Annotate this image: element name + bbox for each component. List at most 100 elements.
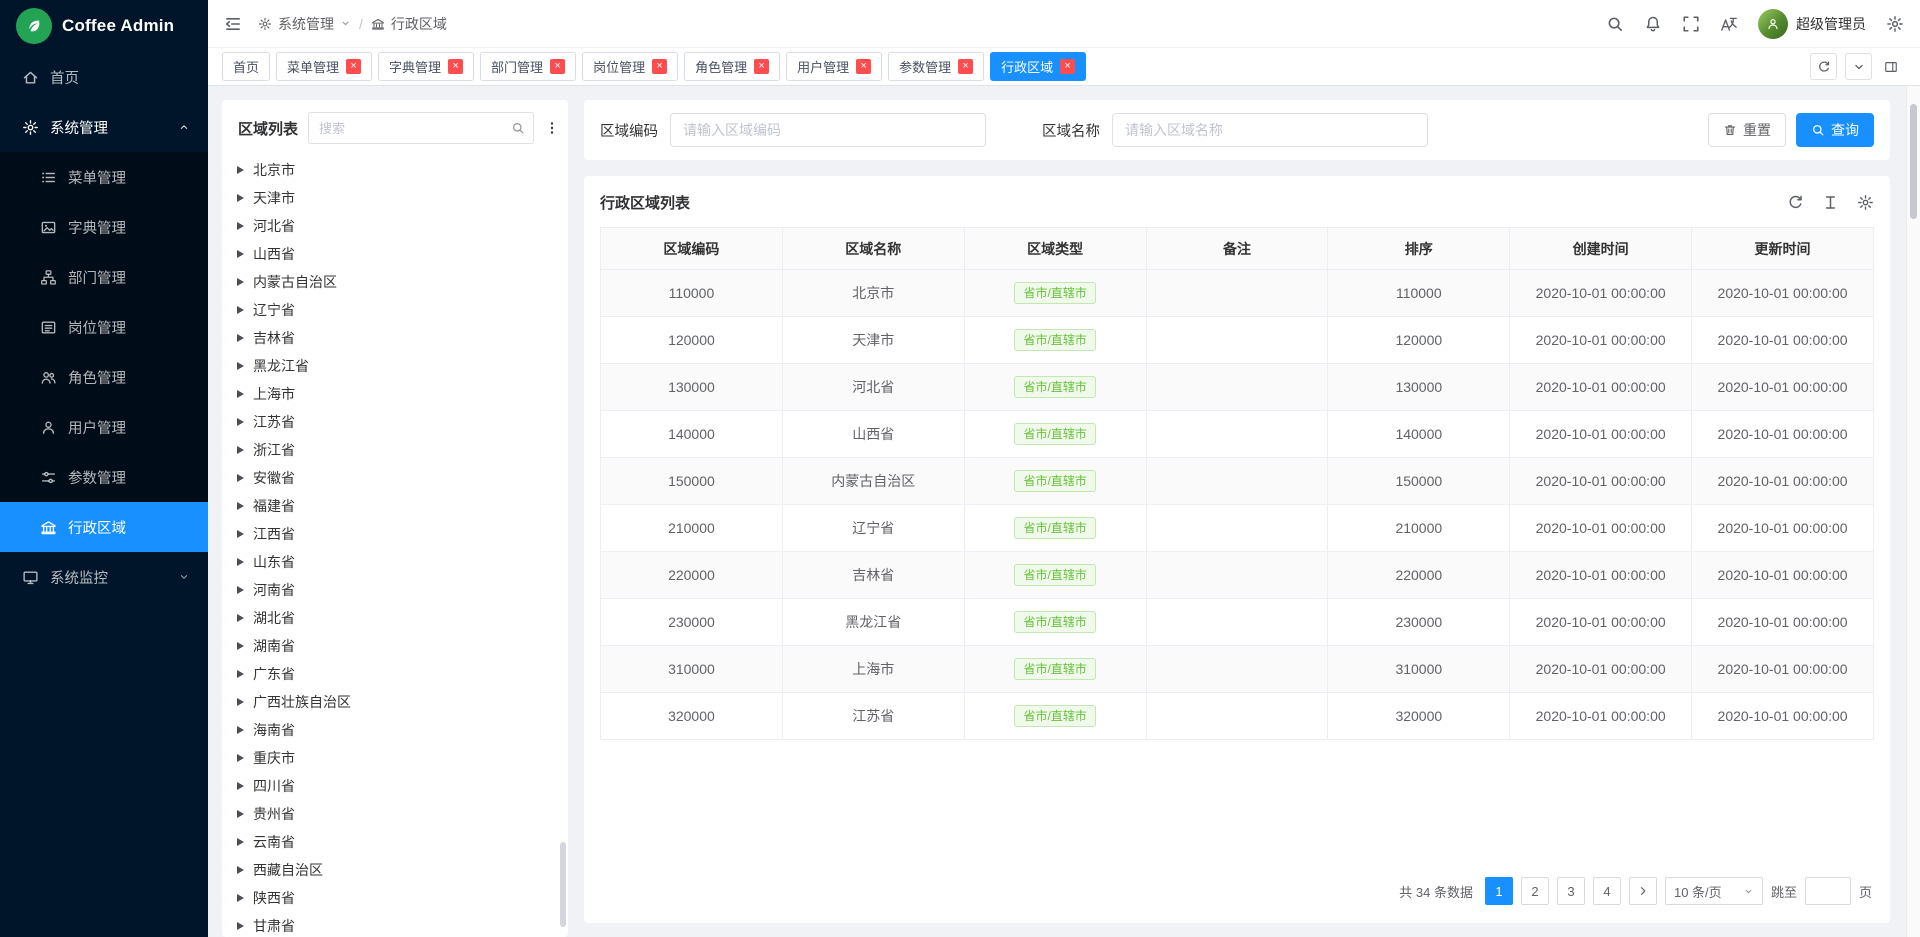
caret-right-icon[interactable] (237, 810, 244, 818)
tree-item[interactable]: 上海市 (222, 380, 568, 408)
query-button[interactable]: 查询 (1796, 113, 1874, 147)
tree-item[interactable]: 山东省 (222, 548, 568, 576)
tab-close-icon[interactable]: × (754, 59, 769, 74)
table-row[interactable]: 150000 内蒙古自治区 省市/直辖市 150000 2020-10-01 0… (601, 458, 1874, 505)
table-row[interactable]: 110000 北京市 省市/直辖市 110000 2020-10-01 00:0… (601, 270, 1874, 317)
caret-right-icon[interactable] (237, 866, 244, 874)
sidebar-item-home[interactable]: 首页 (0, 52, 208, 102)
tab[interactable]: 岗位管理 × (582, 52, 678, 81)
caret-right-icon[interactable] (237, 838, 244, 846)
caret-right-icon[interactable] (237, 278, 244, 286)
region-code-input[interactable] (670, 113, 986, 147)
tree-item[interactable]: 黑龙江省 (222, 352, 568, 380)
tree-item[interactable]: 河北省 (222, 212, 568, 240)
caret-right-icon[interactable] (237, 614, 244, 622)
tree-item[interactable]: 海南省 (222, 716, 568, 744)
tree-item[interactable]: 西藏自治区 (222, 856, 568, 884)
caret-right-icon[interactable] (237, 418, 244, 426)
tree-item[interactable]: 甘肃省 (222, 912, 568, 937)
reset-button[interactable]: 重置 (1708, 113, 1786, 147)
caret-right-icon[interactable] (237, 306, 244, 314)
caret-right-icon[interactable] (237, 446, 244, 454)
page-size-select[interactable]: 10 条/页 (1665, 877, 1763, 905)
tab[interactable]: 字典管理 × (378, 52, 474, 81)
caret-right-icon[interactable] (237, 726, 244, 734)
row-height-icon[interactable] (1822, 194, 1839, 211)
tree-item[interactable]: 河南省 (222, 576, 568, 604)
caret-right-icon[interactable] (237, 670, 244, 678)
tree-item[interactable]: 重庆市 (222, 744, 568, 772)
tree-item[interactable]: 贵州省 (222, 800, 568, 828)
caret-right-icon[interactable] (237, 530, 244, 538)
tree-item[interactable]: 浙江省 (222, 436, 568, 464)
next-page-button[interactable] (1629, 877, 1657, 905)
tree-scrollbar-thumb[interactable] (560, 842, 566, 927)
tree-item[interactable]: 辽宁省 (222, 296, 568, 324)
tab[interactable]: 行政区域 × (990, 52, 1086, 81)
page-number-button[interactable]: 1 (1485, 877, 1513, 905)
table-row[interactable]: 130000 河北省 省市/直辖市 130000 2020-10-01 00:0… (601, 364, 1874, 411)
layout-toggle-icon[interactable] (1880, 53, 1902, 80)
caret-right-icon[interactable] (237, 362, 244, 370)
caret-right-icon[interactable] (237, 334, 244, 342)
table-row[interactable]: 230000 黑龙江省 省市/直辖市 230000 2020-10-01 00:… (601, 599, 1874, 646)
tab-close-icon[interactable]: × (1060, 59, 1075, 74)
tab-close-icon[interactable]: × (958, 59, 973, 74)
tree-item[interactable]: 天津市 (222, 184, 568, 212)
tree-item[interactable]: 陕西省 (222, 884, 568, 912)
caret-right-icon[interactable] (237, 222, 244, 230)
region-name-input[interactable] (1112, 113, 1428, 147)
tab-close-icon[interactable]: × (448, 59, 463, 74)
collapse-sidebar-icon[interactable] (224, 15, 242, 33)
sidebar-item-user-management[interactable]: 用户管理 (0, 402, 208, 452)
tab[interactable]: 部门管理 × (480, 52, 576, 81)
caret-right-icon[interactable] (237, 894, 244, 902)
tab[interactable]: 角色管理 × (684, 52, 780, 81)
tree-item[interactable]: 吉林省 (222, 324, 568, 352)
table-row[interactable]: 310000 上海市 省市/直辖市 310000 2020-10-01 00:0… (601, 646, 1874, 693)
caret-right-icon[interactable] (237, 166, 244, 174)
refresh-icon[interactable] (1787, 194, 1804, 211)
caret-right-icon[interactable] (237, 502, 244, 510)
caret-right-icon[interactable] (237, 698, 244, 706)
table-row[interactable]: 320000 江苏省 省市/直辖市 320000 2020-10-01 00:0… (601, 693, 1874, 740)
tree-item[interactable]: 山西省 (222, 240, 568, 268)
more-options-icon[interactable] (544, 120, 560, 136)
tabs-dropdown-button[interactable] (1845, 53, 1872, 80)
sidebar-item-menu-management[interactable]: 菜单管理 (0, 152, 208, 202)
sidebar-item-department-management[interactable]: 部门管理 (0, 252, 208, 302)
table-row[interactable]: 140000 山西省 省市/直辖市 140000 2020-10-01 00:0… (601, 411, 1874, 458)
page-number-button[interactable]: 2 (1521, 877, 1549, 905)
jump-page-input[interactable] (1805, 877, 1851, 905)
tab-close-icon[interactable]: × (652, 59, 667, 74)
tree-item[interactable]: 湖南省 (222, 632, 568, 660)
translate-icon[interactable] (1720, 15, 1738, 33)
caret-right-icon[interactable] (237, 250, 244, 258)
tree-item[interactable]: 北京市 (222, 156, 568, 184)
sidebar-item-dictionary-management[interactable]: 字典管理 (0, 202, 208, 252)
sidebar-group-system-monitor[interactable]: 系统监控 (0, 552, 208, 602)
sidebar-item-administrative-region[interactable]: 行政区域 (0, 502, 208, 552)
column-settings-gear-icon[interactable] (1857, 194, 1874, 211)
bell-icon[interactable] (1644, 15, 1662, 33)
tab[interactable]: 用户管理 × (786, 52, 882, 81)
settings-gear-icon[interactable] (1886, 15, 1904, 33)
page-number-button[interactable]: 3 (1557, 877, 1585, 905)
tree-search-box[interactable] (308, 112, 534, 144)
page-number-button[interactable]: 4 (1593, 877, 1621, 905)
caret-right-icon[interactable] (237, 194, 244, 202)
tab-close-icon[interactable]: × (550, 59, 565, 74)
tree-item[interactable]: 内蒙古自治区 (222, 268, 568, 296)
caret-right-icon[interactable] (237, 390, 244, 398)
table-row[interactable]: 120000 天津市 省市/直辖市 120000 2020-10-01 00:0… (601, 317, 1874, 364)
caret-right-icon[interactable] (237, 586, 244, 594)
tree-item[interactable]: 云南省 (222, 828, 568, 856)
tab[interactable]: 首页 × (222, 52, 270, 81)
tree-item[interactable]: 江苏省 (222, 408, 568, 436)
tree-item[interactable]: 广西壮族自治区 (222, 688, 568, 716)
tab[interactable]: 参数管理 × (888, 52, 984, 81)
user-menu[interactable]: 超级管理员 (1758, 9, 1866, 39)
fullscreen-icon[interactable] (1682, 15, 1700, 33)
caret-right-icon[interactable] (237, 782, 244, 790)
tabs-refresh-button[interactable] (1810, 53, 1837, 80)
